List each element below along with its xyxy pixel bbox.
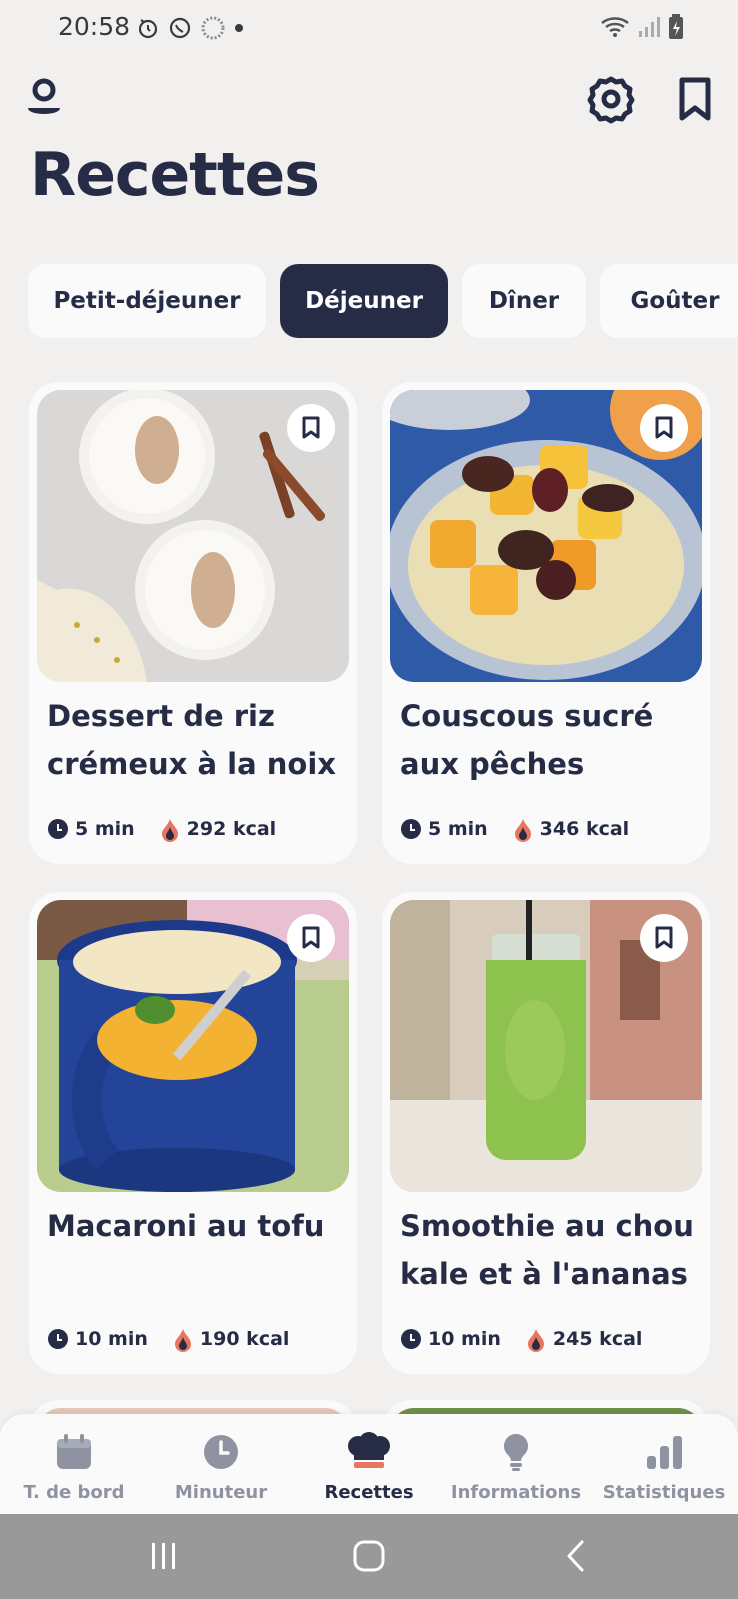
status-time: 20:58 (58, 12, 131, 41)
bottom-navigation: T. de bord Minuteur Recettes Information… (0, 1414, 738, 1514)
back-icon (567, 1540, 584, 1572)
bookmark-icon (302, 926, 320, 949)
tab-diner[interactable]: Dîner (462, 264, 586, 338)
nav-dashboard[interactable]: T. de bord (0, 1430, 148, 1510)
profile-button[interactable] (22, 74, 66, 124)
recipe-image-macaroni (37, 900, 349, 1192)
status-icons-right (600, 14, 684, 40)
wifi-icon (601, 17, 629, 37)
status-icons-left (136, 15, 244, 41)
recipe-meta: 5 min 292 kcal (47, 818, 277, 842)
whatsapp-status-icon (169, 17, 191, 39)
flame-icon (159, 818, 181, 842)
bookmark-icon (655, 926, 673, 949)
lightbulb-icon (503, 1433, 529, 1471)
recipe-card[interactable]: Macaroni au tofu 10 min 190 kcal (29, 892, 357, 1374)
save-recipe-button[interactable] (640, 914, 688, 962)
saved-recipes-button[interactable] (672, 74, 718, 124)
recipe-image-smoothie (390, 900, 702, 1192)
recipe-card[interactable]: Couscous sucré aux pêches 5 min 346 kcal (382, 382, 710, 864)
bookmark-icon (655, 416, 673, 439)
save-recipe-button[interactable] (287, 914, 335, 962)
recipe-image-couscous (390, 390, 702, 682)
loading-status-icon (201, 16, 225, 40)
page-title: Recettes (30, 140, 320, 210)
clock-icon (400, 818, 422, 840)
settings-button[interactable] (586, 74, 636, 124)
system-navigation-bar (0, 1514, 738, 1599)
category-tabs: Petit-déjeuner Déjeuner Dîner Goûter (28, 264, 738, 338)
clock-icon (47, 818, 69, 840)
calendar-icon (57, 1434, 91, 1469)
recipe-kcal: 346 kcal (539, 818, 630, 840)
dot-status-icon (235, 24, 243, 32)
bar-chart-icon (647, 1436, 682, 1469)
recipe-meta: 5 min 346 kcal (400, 818, 630, 842)
save-recipe-button[interactable] (287, 404, 335, 452)
nav-label: Recettes (324, 1482, 414, 1503)
home-button[interactable] (339, 1536, 399, 1576)
nav-recipes[interactable]: Recettes (295, 1430, 443, 1510)
profile-icon (28, 78, 60, 114)
recipe-meta: 10 min 190 kcal (47, 1328, 290, 1352)
recipe-time: 5 min (75, 818, 135, 840)
recipe-time: 10 min (75, 1328, 148, 1350)
back-button[interactable] (546, 1536, 606, 1576)
clock-icon (204, 1435, 238, 1469)
battery-icon (669, 14, 683, 39)
signal-icon (639, 17, 660, 37)
nav-label: Informations (450, 1482, 582, 1503)
recent-apps-button[interactable] (133, 1536, 193, 1576)
recipe-time: 5 min (428, 818, 488, 840)
chef-hat-icon (348, 1432, 390, 1468)
tab-petit-dejeuner[interactable]: Petit-déjeuner (28, 264, 266, 338)
recipe-kcal: 245 kcal (552, 1328, 643, 1350)
tab-gouter[interactable]: Goûter (600, 264, 738, 338)
flame-icon (512, 818, 534, 842)
bookmark-icon (302, 416, 320, 439)
nav-timer[interactable]: Minuteur (147, 1430, 295, 1510)
flame-icon (172, 1328, 194, 1352)
recipe-title: Smoothie au chou kale et à l'ananas (400, 1209, 694, 1291)
recipe-kcal: 190 kcal (199, 1328, 290, 1350)
gear-icon (587, 76, 635, 124)
recipe-image-rice-dessert (37, 390, 349, 682)
nav-statistics[interactable]: Statistiques (590, 1430, 738, 1510)
nav-label: T. de bord (23, 1482, 125, 1503)
status-bar: 20:58 (0, 0, 738, 58)
top-app-bar (0, 70, 738, 130)
timer-status-icon (138, 19, 158, 39)
recent-apps-icon (152, 1543, 175, 1569)
nav-information[interactable]: Informations (442, 1430, 590, 1510)
recipe-meta: 10 min 245 kcal (400, 1328, 643, 1352)
home-icon (353, 1540, 385, 1572)
recipe-card[interactable]: Smoothie au chou kale et à l'ananas 10 m… (382, 892, 710, 1374)
nav-label: Minuteur (174, 1482, 268, 1503)
recipe-title: Macaroni au tofu (47, 1209, 325, 1243)
clock-icon (47, 1328, 69, 1350)
tab-dejeuner[interactable]: Déjeuner (280, 264, 448, 338)
recipe-title: Dessert de riz crémeux à la noix ... (47, 699, 336, 781)
recipe-kcal: 292 kcal (186, 818, 277, 840)
nav-label: Statistiques (602, 1482, 726, 1503)
flame-icon (525, 1328, 547, 1352)
save-recipe-button[interactable] (640, 404, 688, 452)
recipe-card[interactable]: Dessert de riz crémeux à la noix ... 5 m… (29, 382, 357, 864)
recipe-time: 10 min (428, 1328, 501, 1350)
clock-icon (400, 1328, 422, 1350)
recipe-title: Couscous sucré aux pêches (400, 699, 654, 781)
bookmark-icon (679, 77, 711, 121)
